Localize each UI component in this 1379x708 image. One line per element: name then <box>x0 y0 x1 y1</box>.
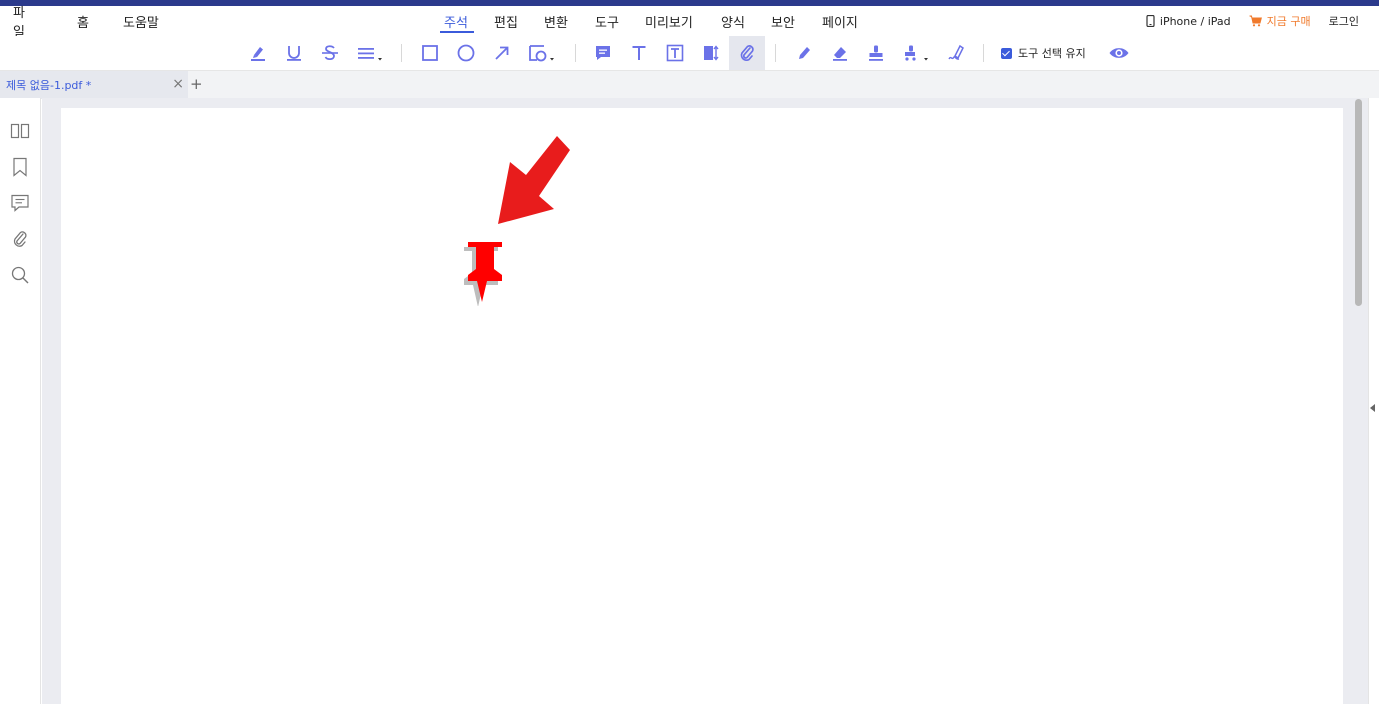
textbox-icon[interactable] <box>660 38 690 68</box>
tab-tools[interactable]: 도구 <box>595 6 623 36</box>
attachment-icon[interactable] <box>729 36 765 70</box>
rectangle-icon[interactable] <box>415 38 445 68</box>
callout-icon[interactable] <box>696 38 726 68</box>
tab-security[interactable]: 보안 <box>771 6 799 36</box>
document-tab-strip: 제목 없음-1.pdf * × + <box>0 70 1379 99</box>
attachments-icon[interactable] <box>9 228 31 250</box>
document-tab[interactable]: 제목 없음-1.pdf * × <box>0 71 188 99</box>
underline-icon[interactable] <box>279 38 309 68</box>
note-icon[interactable] <box>588 38 618 68</box>
collapse-right-panel-icon[interactable] <box>1370 404 1375 412</box>
device-link-label: iPhone / iPad <box>1159 14 1231 28</box>
left-sidebar <box>0 98 41 704</box>
signature-icon[interactable] <box>941 38 971 68</box>
cart-icon <box>1249 15 1262 27</box>
buy-now-label: 지금 구매 <box>1266 15 1311 28</box>
close-tab-icon[interactable]: × <box>172 77 184 91</box>
bookmark-icon[interactable] <box>9 156 31 178</box>
text-icon[interactable] <box>624 38 654 68</box>
comment-icon[interactable] <box>9 192 31 214</box>
menu-help[interactable]: 도움말 <box>123 12 163 31</box>
arrow-icon[interactable] <box>487 38 517 68</box>
pencil-icon[interactable] <box>789 38 819 68</box>
shape-dropdown-icon[interactable] <box>525 38 561 68</box>
ellipse-icon[interactable] <box>451 38 481 68</box>
line-style-icon[interactable] <box>353 38 389 68</box>
menu-home[interactable]: 홈 <box>77 12 89 31</box>
eraser-icon[interactable] <box>825 38 855 68</box>
toolbar-separator <box>575 44 576 62</box>
toolbar-separator <box>983 44 984 62</box>
menu-bar: 파일 홈 도움말 주석 편집 변환 도구 미리보기 양식 보안 페이지 iPho… <box>0 6 1379 40</box>
highlight-icon[interactable] <box>243 38 273 68</box>
tab-preview[interactable]: 미리보기 <box>645 6 701 36</box>
search-icon[interactable] <box>9 264 31 286</box>
document-canvas <box>42 98 1368 708</box>
menu-file[interactable]: 파일 <box>13 2 25 40</box>
tab-annotate[interactable]: 주석 <box>440 6 474 36</box>
document-tab-title: 제목 없음-1.pdf * <box>6 79 92 92</box>
stamp-dropdown-icon[interactable] <box>899 38 935 68</box>
tab-convert[interactable]: 변환 <box>544 6 572 36</box>
toolbar-separator <box>401 44 402 62</box>
eye-icon[interactable] <box>1104 38 1134 68</box>
right-panel-gutter <box>1368 98 1379 704</box>
thumbnails-icon[interactable] <box>9 120 31 142</box>
phone-icon <box>1146 15 1155 27</box>
pushpin-attachment-icon[interactable] <box>462 240 506 306</box>
login-link[interactable]: 로그인 <box>1329 13 1359 29</box>
red-arrow-annotation <box>498 136 570 224</box>
tab-forms[interactable]: 양식 <box>721 6 749 36</box>
new-tab-button[interactable]: + <box>190 75 203 93</box>
stamp-icon[interactable] <box>861 38 891 68</box>
device-link[interactable]: iPhone / iPad <box>1146 15 1231 28</box>
keep-tool-selected-toggle[interactable]: 도구 선택 유지 <box>1001 36 1086 70</box>
strikethrough-icon[interactable] <box>315 38 345 68</box>
keep-tool-checkbox[interactable] <box>1001 47 1012 59</box>
tab-pages[interactable]: 페이지 <box>822 6 864 36</box>
vertical-scrollbar-thumb[interactable] <box>1355 99 1362 306</box>
tab-edit[interactable]: 편집 <box>494 6 522 36</box>
toolbar-separator <box>775 44 776 62</box>
annotation-toolbar: 도구 선택 유지 <box>0 36 1379 70</box>
pdf-page[interactable] <box>61 108 1343 708</box>
keep-tool-label: 도구 선택 유지 <box>1018 47 1086 60</box>
buy-now-link[interactable]: 지금 구매 <box>1249 13 1311 29</box>
